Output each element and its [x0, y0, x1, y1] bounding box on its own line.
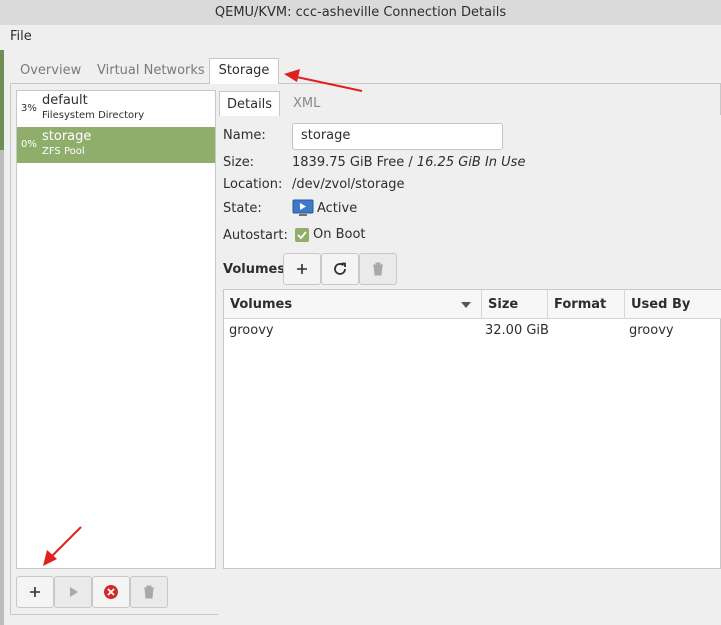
arrow-to-add-button: [43, 526, 82, 566]
annotation-arrows: [43, 69, 363, 566]
arrow-to-storage-tab: [284, 69, 363, 92]
